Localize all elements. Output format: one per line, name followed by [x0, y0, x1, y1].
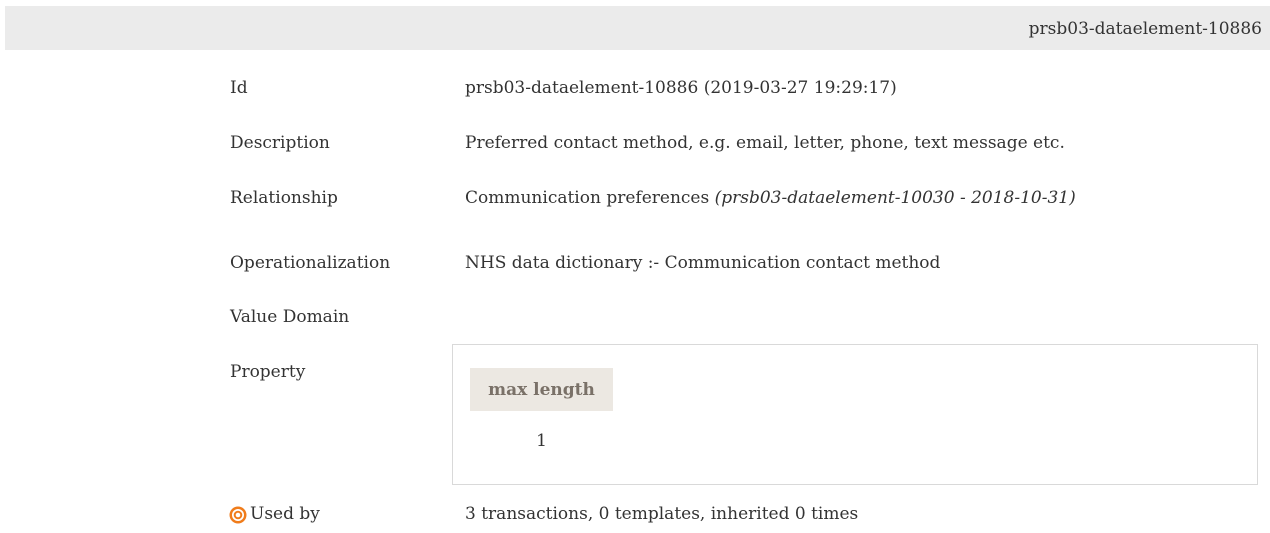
description-label: Description — [230, 133, 330, 153]
operationalization-value: NHS data dictionary :- Communication con… — [465, 253, 941, 273]
page-title: prsb03-dataelement-10886 — [1028, 19, 1262, 39]
operationalization-label: Operationalization — [230, 253, 391, 273]
used-by-label: Used by — [250, 504, 320, 524]
relationship-name: Communication preferences — [465, 188, 710, 208]
property-column-value: 1 — [536, 431, 547, 451]
id-value: prsb03-dataelement-10886 (2019-03-27 19:… — [465, 78, 897, 98]
description-value: Preferred contact method, e.g. email, le… — [465, 133, 1065, 153]
relationship-value: Communication preferences (prsb03-datael… — [465, 188, 1076, 208]
header-bar: prsb03-dataelement-10886 — [5, 6, 1270, 50]
property-column-header: max length — [470, 368, 613, 411]
relationship-reference: (prsb03-dataelement-10030 - 2018-10-31) — [714, 188, 1076, 208]
used-by-value: 3 transactions, 0 templates, inherited 0… — [465, 504, 859, 524]
property-label: Property — [230, 362, 306, 382]
value-domain-label: Value Domain — [230, 307, 350, 327]
target-icon — [229, 506, 247, 524]
relationship-label: Relationship — [230, 188, 338, 208]
id-label: Id — [230, 78, 248, 98]
property-table: max length 1 — [452, 344, 1258, 485]
